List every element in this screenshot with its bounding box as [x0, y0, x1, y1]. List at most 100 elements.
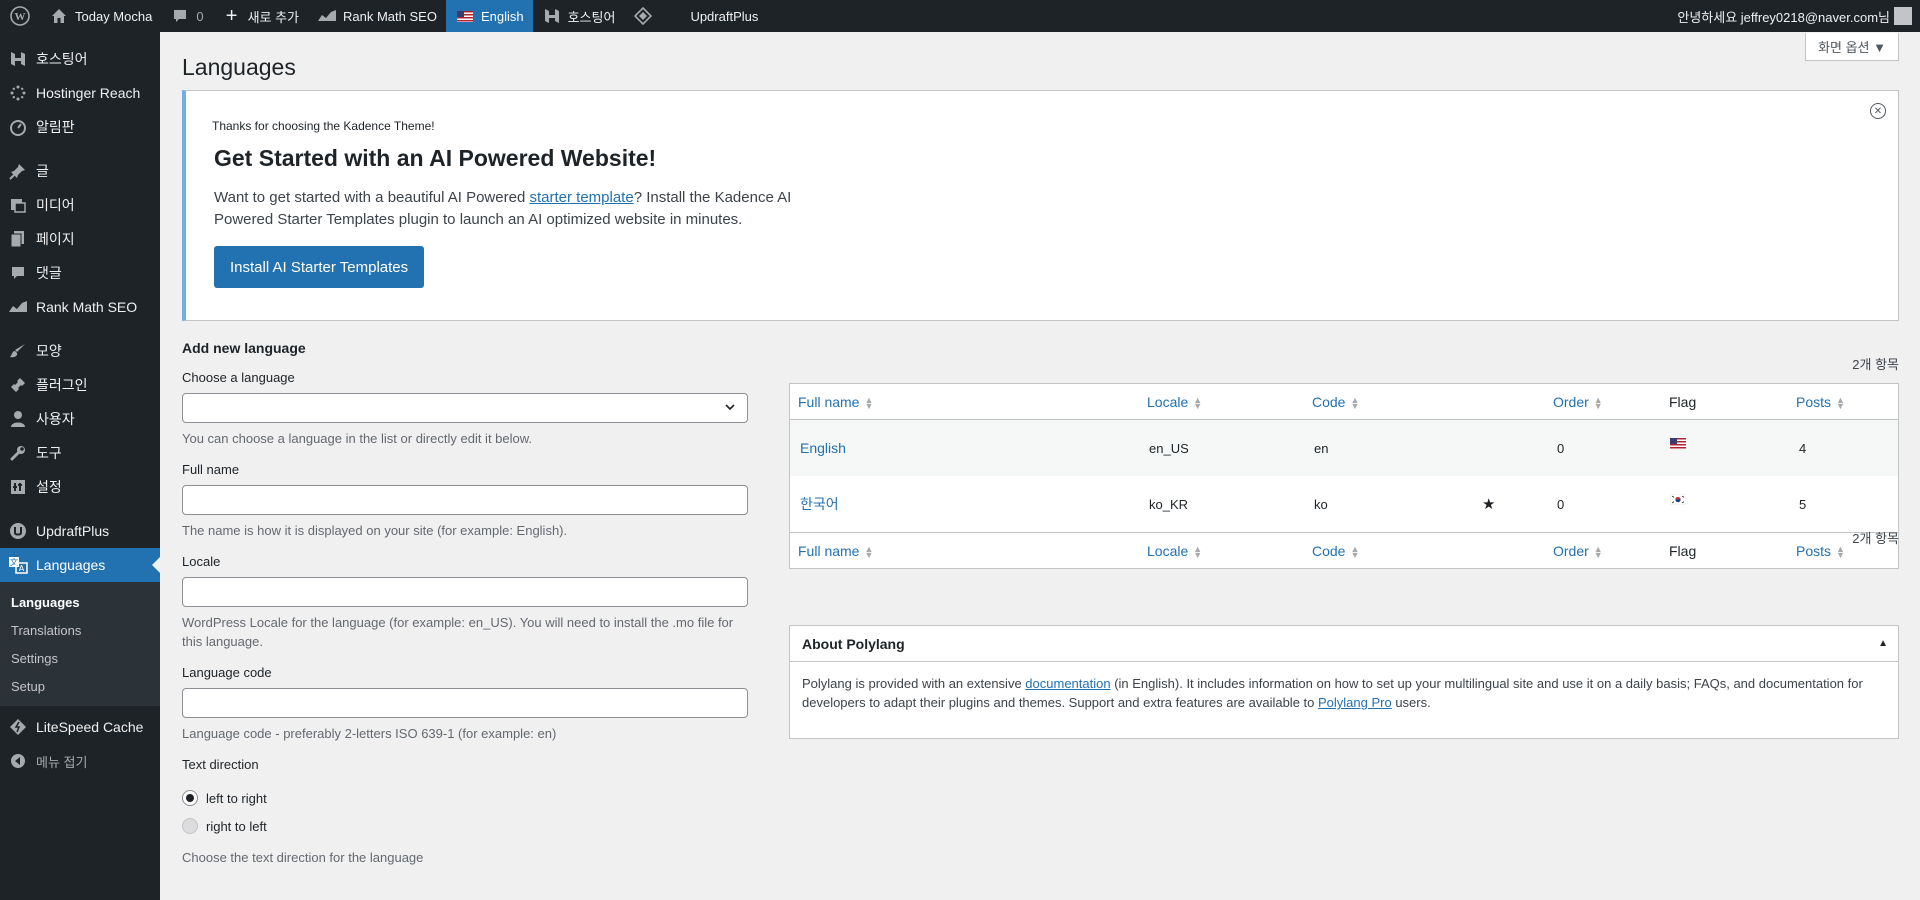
choose-language-desc: You can choose a language in the list or… [182, 431, 533, 446]
install-starter-templates-button[interactable]: Install AI Starter Templates [214, 246, 425, 288]
collapse-menu-button[interactable]: 메뉴 접기 [0, 744, 160, 778]
text-direction-desc: Choose the text direction for the langua… [182, 850, 424, 865]
col-fullname[interactable]: Full name ▲ ▼ [798, 543, 873, 560]
ltr-radio-row[interactable]: left to right [182, 784, 750, 812]
ltr-radio[interactable] [182, 790, 198, 806]
dashboard-icon [8, 117, 28, 137]
sidebar-item-plugins[interactable]: 플러그인 [0, 368, 160, 402]
text-direction-label: Text direction [182, 757, 259, 772]
language-switcher[interactable]: English [445, 0, 533, 32]
site-name-link[interactable]: Today Mocha [40, 0, 161, 32]
dismiss-notice-icon[interactable]: ✕ [1870, 103, 1886, 119]
rankmath-icon [317, 6, 337, 26]
sidebar-item-label: 알림판 [36, 119, 75, 135]
col-label: Locale [1147, 393, 1189, 410]
fullname-label: Full name [182, 462, 240, 477]
items-count-top: 2개 항목 [1852, 357, 1899, 372]
updraft-icon [8, 521, 28, 541]
sidebar-item-languages[interactable]: 文A Languages [0, 548, 160, 582]
sort-icon: ▲ ▼ [1193, 543, 1203, 560]
sidebar-item-appearance[interactable]: 모양 [0, 334, 160, 368]
sidebar-item-hostinger-reach[interactable]: Hostinger Reach [0, 76, 160, 110]
sidebar-item-label: Languages [36, 557, 106, 573]
col-fullname[interactable]: Full name ▲ ▼ [798, 394, 873, 411]
submenu-translations[interactable]: Translations [0, 616, 160, 644]
starter-template-link[interactable]: starter template [529, 189, 633, 206]
default-language-star-icon: ★ [1482, 496, 1496, 513]
fullname-input[interactable] [182, 485, 748, 515]
col-order[interactable]: Order ▲ ▼ [1553, 394, 1603, 411]
submenu-settings[interactable]: Settings [0, 644, 160, 672]
comments-link[interactable]: 0 [161, 0, 212, 32]
sidebar-item-settings[interactable]: 설정 [0, 470, 160, 504]
locale-cell: ko_KR [1149, 496, 1189, 512]
sidebar-item-posts[interactable]: 글 [0, 154, 160, 188]
languages-table: Full name ▲ ▼ Locale ▲ ▼ Code ▲ ▼ Order ▲ ▼ Flag… [789, 383, 1899, 569]
account-menu[interactable]: 안녕하세요 jeffrey0218@naver.com님 [1677, 7, 1920, 26]
order-cell: 0 [1557, 440, 1565, 456]
sidebar-item-updraftplus[interactable]: UpdraftPlus [0, 514, 160, 548]
polylang-pro-link[interactable]: Polylang Pro [1318, 695, 1392, 710]
comment-icon [170, 6, 190, 26]
sidebar-item-comments[interactable]: 댓글 [0, 256, 160, 290]
hosting-link[interactable]: 호스팅어 [533, 0, 625, 32]
language-code-input[interactable] [182, 688, 748, 718]
sidebar-item-users[interactable]: 사용자 [0, 402, 160, 436]
sidebar-item-label: Hostinger Reach [36, 85, 141, 101]
new-content-link[interactable]: + 새로 추가 [213, 0, 308, 32]
col-locale[interactable]: Locale ▲ ▼ [1147, 393, 1202, 411]
col-code[interactable]: Code ▲ ▼ [1312, 543, 1359, 560]
new-label: 새로 추가 [247, 9, 300, 25]
code-cell: en [1314, 440, 1329, 456]
screen-options-button[interactable]: 화면 옵션 ▼ [1805, 33, 1899, 61]
col-code[interactable]: Code ▲ ▼ [1312, 394, 1360, 411]
collapse-toggle-icon[interactable]: ▲ [1878, 638, 1888, 649]
choose-language-select[interactable] [182, 393, 748, 423]
comments-count: 0 [196, 8, 204, 24]
sidebar-item-media[interactable]: 미디어 [0, 188, 160, 222]
language-label: English [480, 8, 524, 24]
sidebar-item-pages[interactable]: 페이지 [0, 222, 160, 256]
sidebar-item-dashboard[interactable]: 알림판 [0, 110, 160, 144]
posts-cell: 4 [1799, 440, 1807, 456]
col-flag: Flag [1669, 393, 1697, 410]
litespeed-icon [8, 717, 28, 737]
updraft-link[interactable]: UpdraftPlus [668, 0, 767, 32]
site-name: Today Mocha [75, 8, 153, 24]
sidebar-item-label: 페이지 [36, 231, 75, 247]
rtl-label: right to left [206, 818, 267, 834]
svg-text:W: W [15, 11, 26, 23]
table-header: Full name ▲ ▼ Locale ▲ ▼ Code ▲ ▼ Order ▲ ▼ Flag… [790, 384, 1898, 420]
rankmath-link[interactable]: Rank Math SEO [308, 0, 446, 32]
sort-icon: ▲ ▼ [1350, 394, 1360, 411]
col-locale[interactable]: Locale ▲ ▼ [1147, 543, 1203, 560]
col-posts[interactable]: Posts ▲ ▼ [1796, 543, 1845, 560]
sort-icon: ▲ ▼ [1836, 394, 1845, 411]
wordpress-logo-button[interactable]: W [0, 0, 40, 32]
sidebar-item-label: UpdraftPlus [36, 523, 110, 539]
sidebar-item-tools[interactable]: 도구 [0, 436, 160, 470]
locale-input[interactable] [182, 577, 748, 607]
sidebar-item-label: 미디어 [36, 197, 75, 213]
rtl-radio[interactable] [182, 818, 198, 834]
col-order[interactable]: Order ▲ ▼ [1553, 543, 1603, 560]
rtl-radio-row[interactable]: right to left [182, 812, 750, 840]
chevron-down-icon [725, 404, 735, 411]
svg-text:A: A [19, 564, 25, 573]
sidebar-item-litespeed[interactable]: LiteSpeed Cache [0, 710, 160, 744]
submenu-setup[interactable]: Setup [0, 672, 160, 700]
languages-submenu: Languages Translations Settings Setup [0, 582, 160, 706]
sidebar-item-rankmath[interactable]: Rank Math SEO [0, 290, 160, 324]
wrench-icon [8, 443, 28, 463]
sidebar-item-hostinger[interactable]: 호스팅어 [0, 42, 160, 76]
sort-icon: ▲ ▼ [1836, 543, 1845, 560]
submenu-languages[interactable]: Languages [0, 588, 160, 616]
hosting-label: 호스팅어 [567, 9, 616, 25]
language-name-link[interactable]: English [800, 440, 846, 456]
kadence-link[interactable] [624, 0, 668, 32]
wordpress-icon: W [10, 6, 30, 26]
language-name-link[interactable]: 한국어 [800, 494, 839, 514]
about-polylang-header[interactable]: About Polylang ▲ [790, 626, 1898, 662]
documentation-link[interactable]: documentation [1025, 676, 1110, 691]
col-posts[interactable]: Posts ▲ ▼ [1796, 394, 1845, 411]
